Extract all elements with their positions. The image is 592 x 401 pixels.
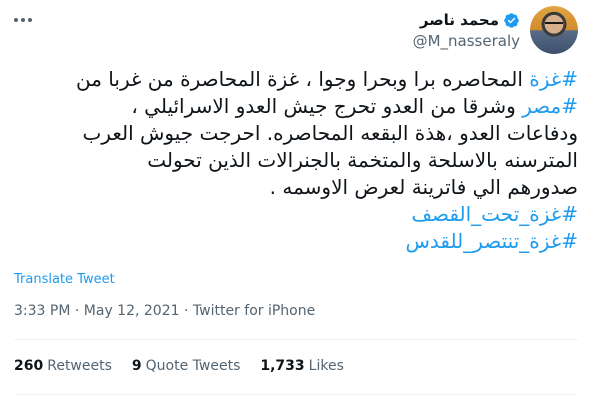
tweet-source[interactable]: Twitter for iPhone [193, 303, 315, 319]
tweet-text-line: #مصر وشرقا من العدو تحرج جيش العدو الاسر… [14, 93, 578, 120]
likes-stat[interactable]: 1,733 Likes [260, 358, 344, 374]
tweet-text-segment: المحاصره برا وبحرا وجوا ، غزة المحاصرة م… [76, 67, 530, 91]
tweet-text-line: ودفاعات العدو ،هذة البقعه المحاصره. احرج… [14, 120, 578, 147]
divider [14, 394, 578, 395]
tweet-text-segment: ودفاعات العدو ،هذة البقعه المحاصره. احرج… [82, 121, 578, 145]
quote-tweets-stat[interactable]: 9 Quote Tweets [132, 358, 240, 374]
hashtag-link[interactable]: #غزة [529, 67, 578, 91]
tweet-text-line: المترسنه بالاسلحة والمتخمة بالجنرالات ال… [14, 147, 578, 174]
tweet-header: محمد ناصر @M_nasseraly [14, 6, 578, 54]
hashtag-link[interactable]: #غزة_تحت_القصف [411, 202, 578, 226]
tweet-stats: 260 Retweets 9 Quote Tweets 1,733 Likes [14, 358, 344, 374]
tweet-text-line: #غزة_تنتصر_للقدس [14, 228, 579, 255]
likes-count: 1,733 [260, 358, 305, 374]
avatar-glasses [545, 22, 563, 28]
user-info: محمد ناصر @M_nasseraly [413, 10, 520, 51]
retweets-count: 260 [14, 358, 44, 374]
meta-separator: · [74, 303, 80, 319]
translate-tweet-link[interactable]: Translate Tweet [14, 272, 115, 287]
tweet-date[interactable]: May 12, 2021 [84, 303, 180, 319]
hashtag-link[interactable]: #مصر [522, 94, 578, 118]
quote-tweets-count: 9 [131, 358, 142, 374]
divider [14, 339, 578, 340]
tweet-text-line: #غزة_تحت_القصف [14, 201, 578, 228]
tweet-meta: 3:33 PM · May 12, 2021 · Twitter for iPh… [14, 303, 315, 319]
avatar[interactable] [530, 6, 578, 54]
display-name: محمد ناصر [419, 11, 499, 29]
quote-tweets-label: Quote Tweets [145, 358, 241, 374]
retweets-stat[interactable]: 260 Retweets [14, 358, 112, 374]
meta-separator: · [183, 303, 189, 319]
verified-badge-icon [504, 12, 519, 28]
tweet-time[interactable]: 3:33 PM [14, 303, 70, 319]
tweet-text-segment: المترسنه بالاسلحة والمتخمة بالجنرالات ال… [147, 148, 578, 172]
tweet-text: #غزة المحاصره برا وبحرا وجوا ، غزة المحا… [14, 66, 578, 255]
retweets-label: Retweets [47, 358, 112, 374]
more-options-icon[interactable] [14, 10, 44, 30]
tweet-text-line: صدورهم الي فاترينة لعرض الاوسمه . [14, 174, 578, 201]
tweet-text-line: #غزة المحاصره برا وبحرا وجوا ، غزة المحا… [14, 66, 578, 93]
hashtag-link[interactable]: #غزة_تنتصر_للقدس [406, 229, 579, 253]
likes-label: Likes [308, 358, 344, 374]
user-handle[interactable]: @M_nasseraly [413, 31, 520, 51]
tweet-text-segment: صدورهم الي فاترينة لعرض الاوسمه . [269, 175, 578, 199]
tweet-text-segment: وشرقا من العدو تحرج جيش العدو الاسرائيلي… [131, 94, 523, 118]
tweet-card: محمد ناصر @M_nasseraly #غزة المحاصره برا… [0, 0, 592, 401]
display-name-row[interactable]: محمد ناصر [413, 10, 520, 30]
